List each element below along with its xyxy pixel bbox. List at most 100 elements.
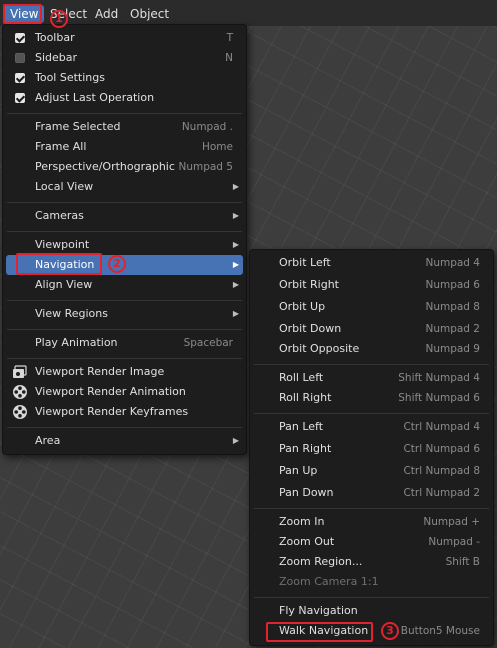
menu-item-label: Pan Left bbox=[279, 420, 324, 433]
menu-item-label: Orbit Down bbox=[279, 322, 342, 335]
menu-item-play-animation[interactable]: Play Animation Spacebar bbox=[6, 333, 243, 353]
menu-item-pan-down[interactable]: Pan Down Ctrl Numpad 2 bbox=[253, 483, 490, 503]
menu-item-orbit-right[interactable]: Orbit Right Numpad 6 bbox=[253, 275, 490, 295]
menu-item-frame-all[interactable]: Frame All Home bbox=[6, 137, 243, 157]
menu-item-pan-up[interactable]: Pan Up Ctrl Numpad 8 bbox=[253, 461, 490, 481]
menu-item-label: Zoom Camera 1:1 bbox=[279, 575, 379, 588]
menu-separator bbox=[254, 413, 489, 414]
menu-item-viewport-render-keyframes[interactable]: Viewport Render Keyframes bbox=[6, 402, 243, 422]
menu-item-label: Toolbar bbox=[35, 31, 75, 44]
menu-item-pan-left[interactable]: Pan Left Ctrl Numpad 4 bbox=[253, 417, 490, 437]
menu-item-orbit-down[interactable]: Orbit Down Numpad 2 bbox=[253, 319, 490, 339]
menu-item-zoom-in[interactable]: Zoom In Numpad + bbox=[253, 512, 490, 532]
menu-separator bbox=[7, 358, 242, 359]
menu-item-shortcut: Numpad 4 bbox=[425, 257, 480, 269]
menu-item-label: Viewport Render Image bbox=[35, 365, 165, 378]
menu-item-adjust-last-operation[interactable]: Adjust Last Operation bbox=[6, 88, 243, 108]
menu-item-shortcut: Ctrl Numpad 8 bbox=[403, 465, 480, 477]
menu-item-toolbar[interactable]: Toolbar T bbox=[6, 28, 243, 48]
menu-item-align-view[interactable]: Align View ▶ bbox=[6, 275, 243, 295]
menu-item-shortcut: Numpad 5 bbox=[178, 161, 233, 173]
menu-item-shortcut: Numpad 6 bbox=[425, 279, 480, 291]
menu-item-pan-right[interactable]: Pan Right Ctrl Numpad 6 bbox=[253, 439, 490, 459]
submenu-arrow-icon: ▶ bbox=[232, 182, 239, 191]
menu-item-tool-settings[interactable]: Tool Settings bbox=[6, 68, 243, 88]
menu-item-cameras[interactable]: Cameras ▶ bbox=[6, 206, 243, 226]
menu-item-label: Zoom Region... bbox=[279, 555, 363, 568]
annotation-step-3: 3 bbox=[381, 622, 399, 640]
menu-item-label: Tool Settings bbox=[35, 71, 105, 84]
menu-item-shortcut: Ctrl Numpad 4 bbox=[403, 421, 480, 433]
menu-item-label: Viewpoint bbox=[35, 238, 90, 251]
menu-item-label: Zoom Out bbox=[279, 535, 335, 548]
menu-item-label: Align View bbox=[35, 278, 93, 291]
menu-item-label: Roll Left bbox=[279, 371, 324, 384]
checkbox-unchecked-icon[interactable] bbox=[15, 53, 25, 63]
viewport-header: View Select Add Object bbox=[0, 0, 497, 26]
menu-item-roll-left[interactable]: Roll Left Shift Numpad 4 bbox=[253, 368, 490, 388]
menu-item-shortcut: Button5 Mouse bbox=[400, 625, 480, 637]
menu-item-shortcut: Numpad 8 bbox=[425, 301, 480, 313]
menu-item-shortcut: Home bbox=[201, 141, 233, 153]
menu-item-shortcut: Numpad . bbox=[181, 121, 233, 133]
menu-item-perspective-orthographic[interactable]: Perspective/Orthographic Numpad 5 bbox=[6, 157, 243, 177]
menu-item-label: Orbit Left bbox=[279, 256, 331, 269]
menu-separator bbox=[7, 329, 242, 330]
submenu-arrow-icon: ▶ bbox=[232, 280, 239, 289]
menu-item-label: Orbit Up bbox=[279, 300, 326, 313]
menu-item-label: Perspective/Orthographic bbox=[35, 160, 175, 173]
submenu-arrow-icon: ▶ bbox=[232, 211, 239, 220]
menu-item-label: Frame Selected bbox=[35, 120, 121, 133]
menu-item-orbit-opposite[interactable]: Orbit Opposite Numpad 9 bbox=[253, 339, 490, 359]
menu-item-viewport-render-animation[interactable]: Viewport Render Animation bbox=[6, 382, 243, 402]
menu-item-shortcut: Numpad - bbox=[428, 536, 480, 548]
menu-item-zoom-out[interactable]: Zoom Out Numpad - bbox=[253, 532, 490, 552]
render-keyframes-icon bbox=[13, 405, 27, 419]
menu-item-sidebar[interactable]: Sidebar N bbox=[6, 48, 243, 68]
menu-item-shortcut: Shift Numpad 4 bbox=[398, 372, 480, 384]
navigation-submenu: Orbit Left Numpad 4 Orbit Right Numpad 6… bbox=[249, 249, 494, 646]
menu-item-shortcut: Shift B bbox=[445, 556, 480, 568]
checkbox-checked-icon[interactable] bbox=[15, 73, 25, 83]
menu-separator bbox=[7, 113, 242, 114]
menu-separator bbox=[254, 508, 489, 509]
menu-item-label: Play Animation bbox=[35, 336, 118, 349]
menu-item-view-regions[interactable]: View Regions ▶ bbox=[6, 304, 243, 324]
menu-item-zoom-region[interactable]: Zoom Region... Shift B bbox=[253, 552, 490, 572]
menu-item-label: Pan Down bbox=[279, 486, 334, 499]
menu-item-orbit-up[interactable]: Orbit Up Numpad 8 bbox=[253, 297, 490, 317]
submenu-arrow-icon: ▶ bbox=[232, 309, 239, 318]
menu-item-shortcut: Numpad 2 bbox=[425, 323, 480, 335]
object-menu-button[interactable]: Object bbox=[124, 5, 175, 23]
annotation-step-1: 1 bbox=[50, 10, 68, 28]
menu-item-orbit-left[interactable]: Orbit Left Numpad 4 bbox=[253, 253, 490, 273]
submenu-arrow-icon: ▶ bbox=[232, 240, 239, 249]
menu-item-area[interactable]: Area ▶ bbox=[6, 431, 243, 451]
menu-item-shortcut: N bbox=[225, 52, 233, 64]
render-animation-icon bbox=[13, 385, 27, 399]
annotation-highlight-view bbox=[3, 4, 42, 24]
menu-item-viewpoint[interactable]: Viewpoint ▶ bbox=[6, 235, 243, 255]
menu-separator bbox=[7, 300, 242, 301]
menu-item-shortcut: Ctrl Numpad 2 bbox=[403, 487, 480, 499]
checkbox-checked-icon[interactable] bbox=[15, 33, 25, 43]
menu-item-label: Pan Right bbox=[279, 442, 332, 455]
view-menu: Toolbar T Sidebar N Tool Settings Adjust… bbox=[2, 24, 247, 455]
menu-item-shortcut: Shift Numpad 6 bbox=[398, 392, 480, 404]
menu-item-roll-right[interactable]: Roll Right Shift Numpad 6 bbox=[253, 388, 490, 408]
checkbox-checked-icon[interactable] bbox=[15, 93, 25, 103]
annotation-highlight-navigation bbox=[16, 253, 102, 275]
menu-item-fly-navigation[interactable]: Fly Navigation bbox=[253, 601, 490, 621]
submenu-arrow-icon: ▶ bbox=[232, 260, 239, 269]
menu-item-frame-selected[interactable]: Frame Selected Numpad . bbox=[6, 117, 243, 137]
menu-item-label: Sidebar bbox=[35, 51, 78, 64]
menu-item-label: Cameras bbox=[35, 209, 84, 222]
menu-item-label: Local View bbox=[35, 180, 94, 193]
annotation-step-2: 2 bbox=[108, 255, 126, 273]
menu-separator bbox=[254, 364, 489, 365]
menu-item-label: Orbit Opposite bbox=[279, 342, 360, 355]
menu-item-viewport-render-image[interactable]: Viewport Render Image bbox=[6, 362, 243, 382]
add-menu-button[interactable]: Add bbox=[89, 5, 124, 23]
menu-item-zoom-camera-1-1: Zoom Camera 1:1 bbox=[253, 572, 490, 592]
menu-item-local-view[interactable]: Local View ▶ bbox=[6, 177, 243, 197]
